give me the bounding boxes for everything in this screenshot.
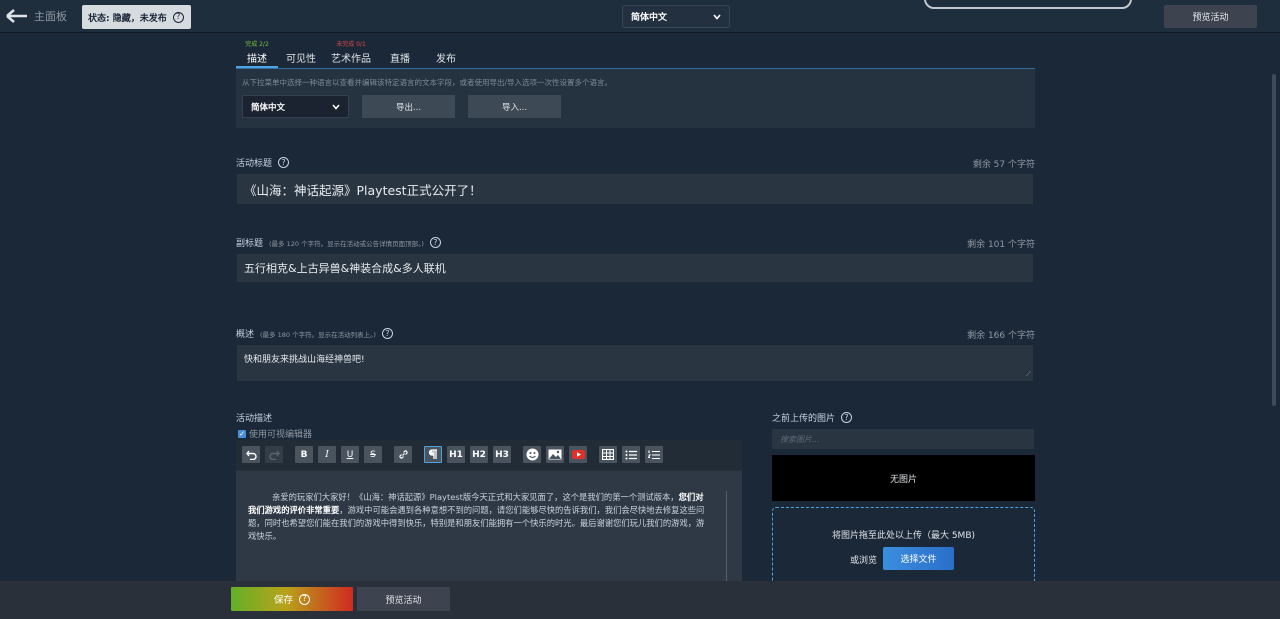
language-panel: 从下拉菜单中选择一种语言以查看并编辑该特定语言的文本字段，或者使用导出/导入选项… <box>236 69 1035 128</box>
subtitle-note: (最多 120 个字符。显示在活动或公告详情页面顶部。) <box>269 239 424 248</box>
tab-visibility[interactable]: 可见性 <box>278 38 324 68</box>
preview-event-button[interactable]: 预览活动 <box>357 587 450 611</box>
underline-button[interactable]: U <box>341 446 359 463</box>
tab-label: 描述 <box>247 54 267 65</box>
language-dropdown[interactable]: 简体中文 <box>622 5 730 28</box>
help-icon[interactable]: ? <box>841 412 853 423</box>
event-title-label: 活动标题 ? <box>236 156 290 169</box>
event-title-value: 《山海：神话起源》Playtest正式公开了！ <box>244 182 482 198</box>
help-icon[interactable]: ? <box>172 11 184 23</box>
status-badge: 状态: 隐藏，未发布 ? <box>82 5 191 29</box>
chevron-down-icon <box>332 103 340 110</box>
help-icon[interactable]: ? <box>278 157 290 168</box>
description-body[interactable]: 亲爱的玩家们大家好！《山海：神话起源》Playtest版今天正式和大家见面了，这… <box>248 491 710 543</box>
editor-toolbar: B I U S H1 H2 H3 <box>236 440 742 470</box>
tab-badge-incomplete: 未完成 0/1 <box>336 41 366 48</box>
browse-text: 或浏览 <box>850 556 878 566</box>
heading3-button[interactable]: H3 <box>493 446 511 463</box>
tab-artwork[interactable]: 未完成 0/1 艺术作品 <box>324 38 378 68</box>
bulleted-list-icon[interactable] <box>622 446 640 463</box>
top-bar: 主面板 状态: 隐藏，未发布 ? 简体中文 预览活动 <box>0 0 1280 33</box>
drop-text: 将图片拖至此处以上传（最大 5MB) <box>831 531 976 541</box>
strikethrough-button[interactable]: S <box>364 446 382 463</box>
language-select-value: 简体中文 <box>251 102 286 113</box>
visual-editor-toggle[interactable]: ✓ 使用可视编辑器 <box>238 427 312 440</box>
back-arrow-icon <box>6 9 28 23</box>
uploaded-images-label-text: 之前上传的图片 <box>772 414 836 424</box>
no-images-panel: 无图片 <box>772 455 1035 501</box>
image-drop-zone[interactable]: 将图片拖至此处以上传（最大 5MB) 或浏览 选择文件 <box>772 507 1035 587</box>
help-icon[interactable]: ? <box>429 237 441 248</box>
subtitle-label: 副标题 (最多 120 个字符。显示在活动或公告详情页面顶部。) ? <box>236 236 441 249</box>
resize-grip-icon[interactable]: ⟋ <box>1026 370 1031 379</box>
language-hint: 从下拉菜单中选择一种语言以查看并编辑该特定语言的文本字段，或者使用导出/导入选项… <box>242 78 613 87</box>
table-icon[interactable] <box>599 446 617 463</box>
emoji-icon[interactable] <box>523 446 541 463</box>
numbered-list-icon[interactable] <box>645 446 663 463</box>
summary-value: 快和朋友来挑战山海经神兽吧! <box>244 355 365 365</box>
tab-description[interactable]: 完成 2/2 描述 <box>236 38 278 68</box>
italic-button[interactable]: I <box>318 446 336 463</box>
summary-label: 概述 (最多 180 个字符。显示在活动列表上。) ? <box>236 327 393 340</box>
import-button[interactable]: 导入... <box>468 95 561 118</box>
summary-remaining: 剩余 166 个字符 <box>967 331 1035 341</box>
footer-bar <box>0 581 1280 619</box>
undo-icon[interactable] <box>242 446 260 463</box>
bold-button[interactable]: B <box>295 446 313 463</box>
visual-editor-label: 使用可视编辑器 <box>249 430 313 440</box>
tab-label: 艺术作品 <box>331 54 371 65</box>
language-select[interactable]: 简体中文 <box>242 95 349 118</box>
back-to-dashboard-link[interactable]: 主面板 <box>6 8 67 24</box>
description-text-1: 亲爱的玩家们大家好！《山海：神话起源》Playtest版今天正式和大家见面了，这… <box>272 492 679 502</box>
subtitle-remaining: 剩余 101 个字符 <box>967 240 1035 250</box>
paragraph-icon[interactable] <box>424 446 442 463</box>
link-icon[interactable] <box>394 446 412 463</box>
summary-textarea[interactable]: 快和朋友来挑战山海经神兽吧! ⟋ <box>236 344 1034 382</box>
editor-scrollbar[interactable] <box>726 491 727 583</box>
chevron-down-icon <box>713 13 721 20</box>
preview-event-button-top[interactable]: 预览活动 <box>1164 5 1257 28</box>
tab-label: 发布 <box>436 54 456 65</box>
summary-note: (最多 180 个字符。显示在活动列表上。) <box>260 330 376 339</box>
image-icon[interactable] <box>546 446 564 463</box>
tab-label: 直播 <box>390 54 410 65</box>
language-dropdown-value: 简体中文 <box>631 13 668 23</box>
subtitle-label-text: 副标题 <box>236 239 264 249</box>
page-scrollbar[interactable] <box>1272 74 1276 406</box>
tab-badge-complete: 完成 2/2 <box>245 41 269 48</box>
redo-icon[interactable] <box>265 446 283 463</box>
uploaded-images-label: 之前上传的图片 ? <box>772 411 853 424</box>
event-title-remaining: 剩余 57 个字符 <box>972 160 1035 170</box>
save-button[interactable]: 保存 ? <box>231 587 353 611</box>
subtitle-input[interactable]: 五行相克&上古异兽&神装合成&多人联机 <box>236 253 1034 283</box>
summary-label-text: 概述 <box>236 330 255 340</box>
description-editor[interactable]: 亲爱的玩家们大家好！《山海：神话起源》Playtest版今天正式和大家见面了，这… <box>236 470 742 583</box>
top-search-pill[interactable] <box>924 0 1132 9</box>
youtube-video-icon[interactable] <box>569 446 587 463</box>
help-icon[interactable]: ? <box>381 328 393 339</box>
image-search-input[interactable]: 搜索图片... <box>772 429 1034 449</box>
save-label: 保存 <box>273 595 293 606</box>
heading2-button[interactable]: H2 <box>470 446 488 463</box>
heading1-button[interactable]: H1 <box>447 446 465 463</box>
back-label: 主面板 <box>34 10 67 23</box>
help-icon[interactable]: ? <box>299 593 310 605</box>
choose-file-button[interactable]: 选择文件 <box>883 547 954 570</box>
event-title-label-text: 活动标题 <box>236 159 273 169</box>
tab-broadcast[interactable]: 直播 <box>378 38 422 68</box>
export-button[interactable]: 导出... <box>362 95 455 118</box>
status-text: 状态: 隐藏，未发布 <box>88 13 167 24</box>
tab-label: 可见性 <box>286 54 316 65</box>
section-tabs: 完成 2/2 描述 可见性 未完成 0/1 艺术作品 直播 发布 <box>236 38 470 68</box>
subtitle-value: 五行相克&上古异兽&神装合成&多人联机 <box>244 262 446 275</box>
event-title-input[interactable]: 《山海：神话起源》Playtest正式公开了！ <box>236 173 1034 205</box>
tab-publish[interactable]: 发布 <box>422 38 470 68</box>
checkbox-checked-icon[interactable]: ✓ <box>238 429 246 438</box>
description-label: 活动描述 <box>236 414 273 424</box>
